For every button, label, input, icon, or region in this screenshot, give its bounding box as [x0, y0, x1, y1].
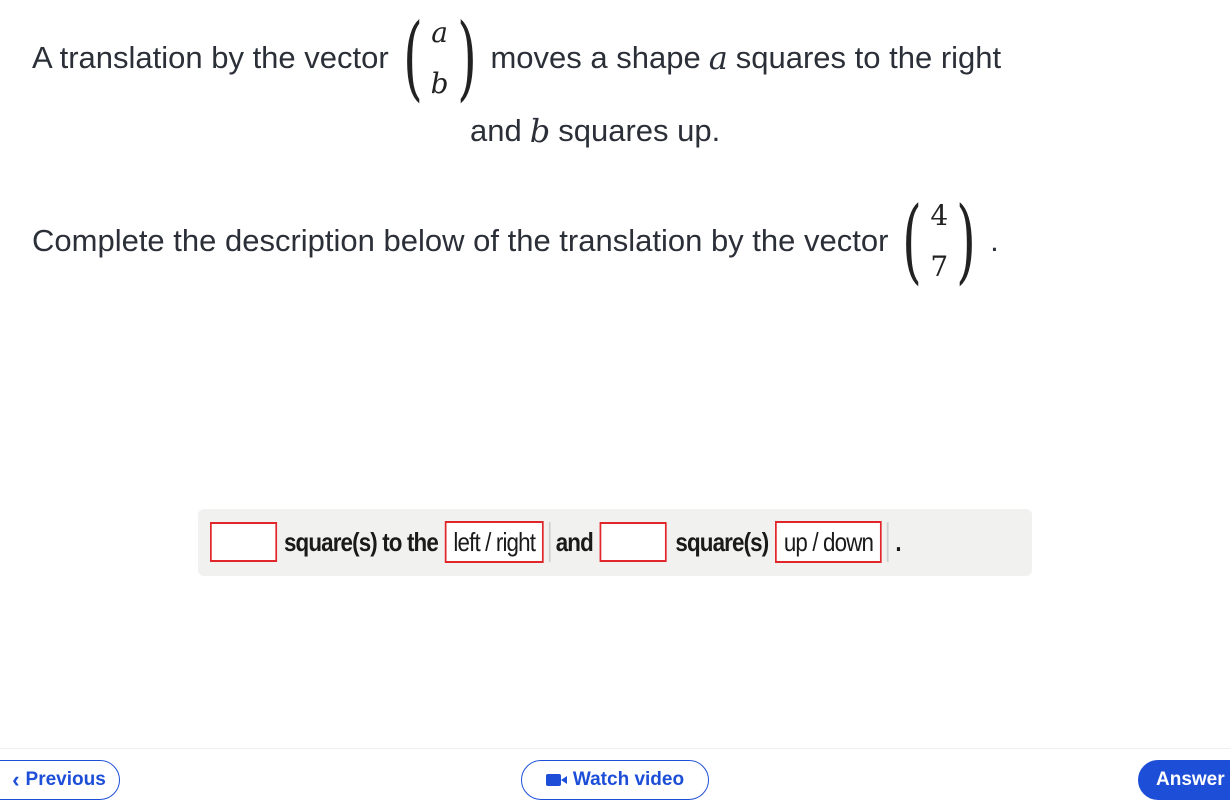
vector-ab-components: a b [431, 16, 449, 100]
question-line-1: A translation by the vector ( a b ) move… [32, 12, 1001, 104]
video-camera-icon [545, 774, 567, 786]
variable-a: a [708, 39, 728, 77]
divider [886, 522, 889, 562]
left-paren: ( [402, 4, 423, 111]
squares-right-input[interactable] [210, 522, 278, 562]
left-paren: ( [902, 187, 923, 294]
previous-label: Previous [25, 769, 106, 790]
watch-video-button[interactable]: Watch video [521, 760, 709, 800]
previous-button[interactable]: ‹ Previous [0, 760, 120, 800]
question-period: . [990, 223, 999, 258]
vector-ab: ( a b ) [395, 12, 485, 104]
squares-up-input[interactable] [599, 522, 667, 562]
answer-button[interactable]: Answer [1138, 760, 1230, 800]
answer-text-and: and [555, 526, 594, 557]
divider [548, 522, 551, 562]
right-paren: ) [956, 187, 976, 294]
question-text-4: and [470, 113, 522, 148]
answer-label: Answer [1156, 769, 1225, 790]
question-text-5: squares up. [558, 113, 721, 148]
variable-b: b [529, 112, 551, 150]
answer-row: square(s) to the left / right and square… [210, 521, 902, 563]
answer-text-squares: square(s) [675, 526, 769, 557]
left-right-selector[interactable]: left / right [444, 521, 544, 563]
chevron-left-icon: ‹ [12, 767, 20, 792]
vector-component-bottom: 7 [930, 250, 949, 283]
vector-component-top: 4 [930, 199, 949, 232]
vector-component-b: b [430, 67, 449, 100]
question-line-3: Complete the description below of the tr… [32, 195, 999, 287]
answer-text-squares-to-the: square(s) to the [283, 526, 439, 557]
vector-4-7: ( 4 7 ) [894, 195, 984, 287]
watch-video-label: Watch video [572, 769, 685, 790]
footer-divider [0, 748, 1230, 749]
question-text-2: moves a shape [490, 40, 701, 75]
question-text-6: Complete the description below of the tr… [32, 223, 889, 258]
vector-4-7-components: 4 7 [930, 199, 948, 283]
question-text-3: squares to the right [735, 40, 1002, 75]
right-paren: ) [456, 4, 477, 111]
answer-period: . [895, 526, 901, 557]
question-text-1: A translation by the vector [32, 40, 389, 75]
question-line-2: and b squares up. [470, 112, 720, 150]
answer-panel: square(s) to the left / right and square… [198, 509, 1032, 576]
vector-component-a: a [431, 16, 448, 49]
up-down-selector[interactable]: up / down [775, 521, 882, 563]
